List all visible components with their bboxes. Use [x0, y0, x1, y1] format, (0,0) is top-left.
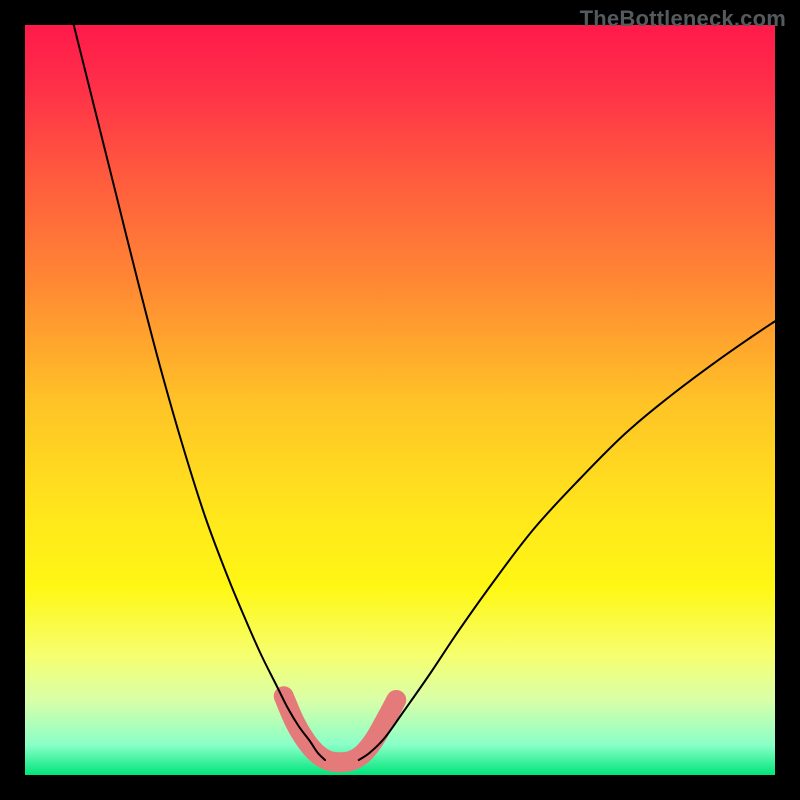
chart-frame: TheBottleneck.com	[0, 0, 800, 800]
plot-background	[25, 25, 775, 775]
bottleneck-chart	[25, 25, 775, 775]
watermark-text: TheBottleneck.com	[580, 6, 786, 32]
